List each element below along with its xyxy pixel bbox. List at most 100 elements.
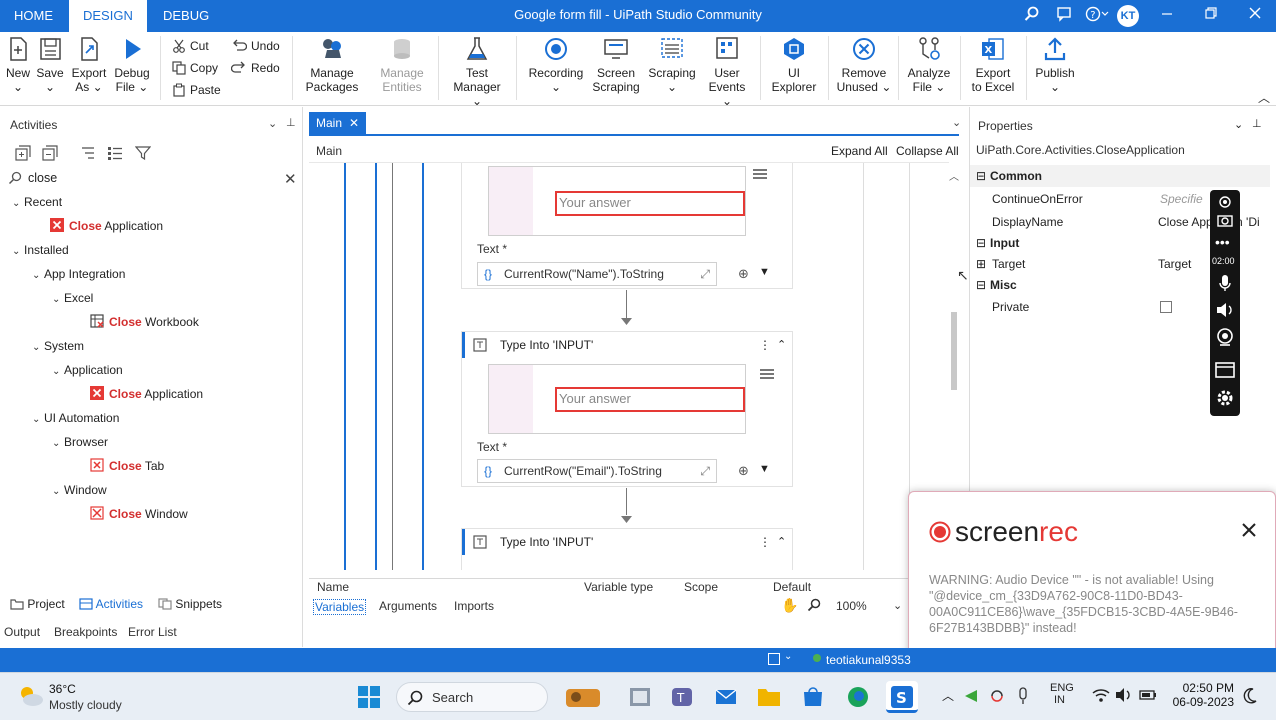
tab-output[interactable]: Output xyxy=(4,625,40,639)
type-into-card[interactable]: Your answer Text * {} CurrentRow("Name")… xyxy=(461,163,793,289)
window-capture-icon[interactable] xyxy=(1215,362,1235,381)
pan-hand-icon[interactable]: ✋ xyxy=(781,597,798,614)
remove-unused-button[interactable]: Remove Unused ⌄ xyxy=(836,36,892,94)
tree-ui-automation[interactable]: ⌄ UI Automation xyxy=(32,409,119,427)
mail-icon[interactable] xyxy=(714,685,738,712)
minimize-icon[interactable] xyxy=(1157,6,1177,26)
expand-all-button[interactable]: Expand All xyxy=(831,144,888,158)
target-value[interactable]: Target xyxy=(1158,253,1191,275)
hamburger-icon[interactable] xyxy=(753,168,767,183)
plus-icon[interactable]: ⊕ xyxy=(738,266,749,282)
publish-button[interactable]: Publish ⌄ xyxy=(1032,36,1078,94)
breadcrumb[interactable]: Main xyxy=(316,144,342,158)
collapse-section-icon[interactable]: ⊟ xyxy=(976,232,986,254)
tray-sync-icon[interactable] xyxy=(988,687,1006,708)
webcam-icon[interactable] xyxy=(1216,328,1234,349)
status-icon[interactable] xyxy=(768,653,780,665)
avatar[interactable]: KT xyxy=(1117,5,1139,27)
tab-breakpoints[interactable]: Breakpoints xyxy=(54,625,117,639)
type-into-card[interactable]: Type Into 'INPUT' ⋮ ⌃ xyxy=(461,528,793,570)
tree-close-workbook[interactable]: Close Workbook xyxy=(90,313,199,331)
tab-snippets[interactable]: Snippets xyxy=(158,597,222,611)
search-icon[interactable] xyxy=(1022,6,1042,26)
screen-scraping-button[interactable]: Screen Scraping xyxy=(590,36,642,94)
collapse-ribbon-icon[interactable]: ︿ xyxy=(1258,89,1270,106)
panel-menu-icon[interactable]: ⌄ xyxy=(268,117,277,130)
tab-arguments[interactable]: Arguments xyxy=(379,599,437,613)
close-icon[interactable] xyxy=(1245,6,1265,26)
taskbar-gallery-icon[interactable] xyxy=(628,685,652,712)
activity-header[interactable]: Type Into 'INPUT' ⋮ ⌃ xyxy=(462,529,792,555)
microphone-icon[interactable] xyxy=(1218,274,1232,295)
new-button[interactable]: New ⌄ xyxy=(4,36,32,94)
undo-button[interactable]: Undo xyxy=(231,37,280,55)
save-button[interactable]: Save ⌄ xyxy=(36,36,64,94)
collapse-section-icon[interactable]: ⊟ xyxy=(976,165,986,187)
weather-desc[interactable]: Mostly cloudy xyxy=(49,698,122,712)
cut-button[interactable]: Cut xyxy=(172,37,209,55)
tree-close-tab[interactable]: Close Tab xyxy=(90,457,164,475)
tree-installed[interactable]: ⌄ Installed xyxy=(12,241,69,259)
sort-icon[interactable] xyxy=(80,145,96,164)
language-indicator[interactable]: ENG IN xyxy=(1050,682,1074,706)
status-user[interactable]: teotiakunal9353 xyxy=(826,653,911,667)
expand-section-icon[interactable]: ⊞ xyxy=(976,253,986,275)
tab-design[interactable]: DESIGN xyxy=(69,0,147,32)
more-icon[interactable]: ⋮ xyxy=(759,332,771,358)
pin-icon[interactable]: ⊥ xyxy=(286,116,296,129)
export-as-button[interactable]: Export As ⌄ xyxy=(70,36,108,94)
tab-variables[interactable]: Variables xyxy=(313,599,367,615)
recording-button[interactable]: Recording ⌄ xyxy=(526,36,586,94)
settings-gear-icon[interactable] xyxy=(1215,388,1235,411)
tree-close-window[interactable]: Close Window xyxy=(90,505,188,523)
tab-project[interactable]: Project xyxy=(10,597,65,611)
expand-icon[interactable]: ⤢ xyxy=(700,263,710,285)
file-explorer-icon[interactable] xyxy=(757,685,781,712)
more-icon[interactable]: ⋮ xyxy=(759,529,771,555)
tab-debug[interactable]: DEBUG xyxy=(149,0,223,32)
copy-button[interactable]: Copy xyxy=(172,59,218,77)
clock[interactable]: 02:50 PM 06-09-2023 xyxy=(1166,681,1234,709)
list-view-icon[interactable] xyxy=(107,145,123,164)
restore-icon[interactable] xyxy=(1201,6,1221,26)
teams-icon[interactable]: T xyxy=(670,685,694,712)
edit-icon[interactable] xyxy=(1217,196,1233,211)
paste-button[interactable]: Paste xyxy=(172,81,221,99)
tab-imports[interactable]: Imports xyxy=(454,599,494,613)
debug-file-button[interactable]: Debug File ⌄ xyxy=(112,36,152,94)
tree-application[interactable]: ⌄ Application xyxy=(52,361,123,379)
zoom-icon[interactable] xyxy=(807,598,821,615)
collapse-all-icon[interactable] xyxy=(42,145,58,164)
tab-error-list[interactable]: Error List xyxy=(128,625,177,639)
tree-recent[interactable]: ⌄ Recent xyxy=(12,193,62,211)
camera-icon[interactable] xyxy=(1217,213,1233,230)
panel-menu-icon[interactable]: ⌄ xyxy=(1234,118,1243,131)
tree-excel[interactable]: ⌄ Excel xyxy=(52,289,93,307)
tabs-dropdown-icon[interactable]: ⌄ xyxy=(952,116,961,129)
workflow-canvas[interactable]: Your answer Text * {} CurrentRow("Name")… xyxy=(309,162,949,570)
section-common[interactable]: ⊟ Common xyxy=(970,165,1270,187)
close-popup-icon[interactable] xyxy=(1241,522,1257,541)
close-tab-icon[interactable]: ✕ xyxy=(349,112,359,134)
tree-system[interactable]: ⌄ System xyxy=(12,337,84,355)
scroll-up-icon[interactable]: ︿ xyxy=(949,168,959,183)
export-to-excel-button[interactable]: X Export to Excel xyxy=(966,36,1020,94)
continue-on-error-input[interactable]: Specifie xyxy=(1160,188,1203,210)
collapse-icon[interactable]: ⌃ xyxy=(777,529,786,555)
status-dropdown-icon[interactable]: ⌄ xyxy=(784,651,792,662)
store-icon[interactable] xyxy=(801,685,825,712)
display-name-input[interactable]: Close App on 'Di xyxy=(1158,211,1260,233)
tree-app-integration[interactable]: ⌄ App Integration xyxy=(32,265,125,283)
windows-start-icon[interactable] xyxy=(357,685,381,712)
scraping-button[interactable]: Scraping ⌄ xyxy=(646,36,698,94)
more-options-icon[interactable]: ••• xyxy=(1215,234,1230,250)
zoom-dropdown-icon[interactable]: ⌄ xyxy=(893,599,902,612)
hamburger-icon[interactable] xyxy=(760,368,774,383)
speaker-icon[interactable] xyxy=(1216,302,1234,321)
volume-icon[interactable] xyxy=(1115,687,1133,706)
battery-icon[interactable] xyxy=(1139,687,1157,706)
pin-icon[interactable]: ⊥ xyxy=(1252,117,1262,130)
tray-nvidia-icon[interactable] xyxy=(964,689,978,706)
weather-temp[interactable]: 36°C xyxy=(49,682,76,696)
analyze-file-button[interactable]: Analyze File ⌄ xyxy=(904,36,954,94)
